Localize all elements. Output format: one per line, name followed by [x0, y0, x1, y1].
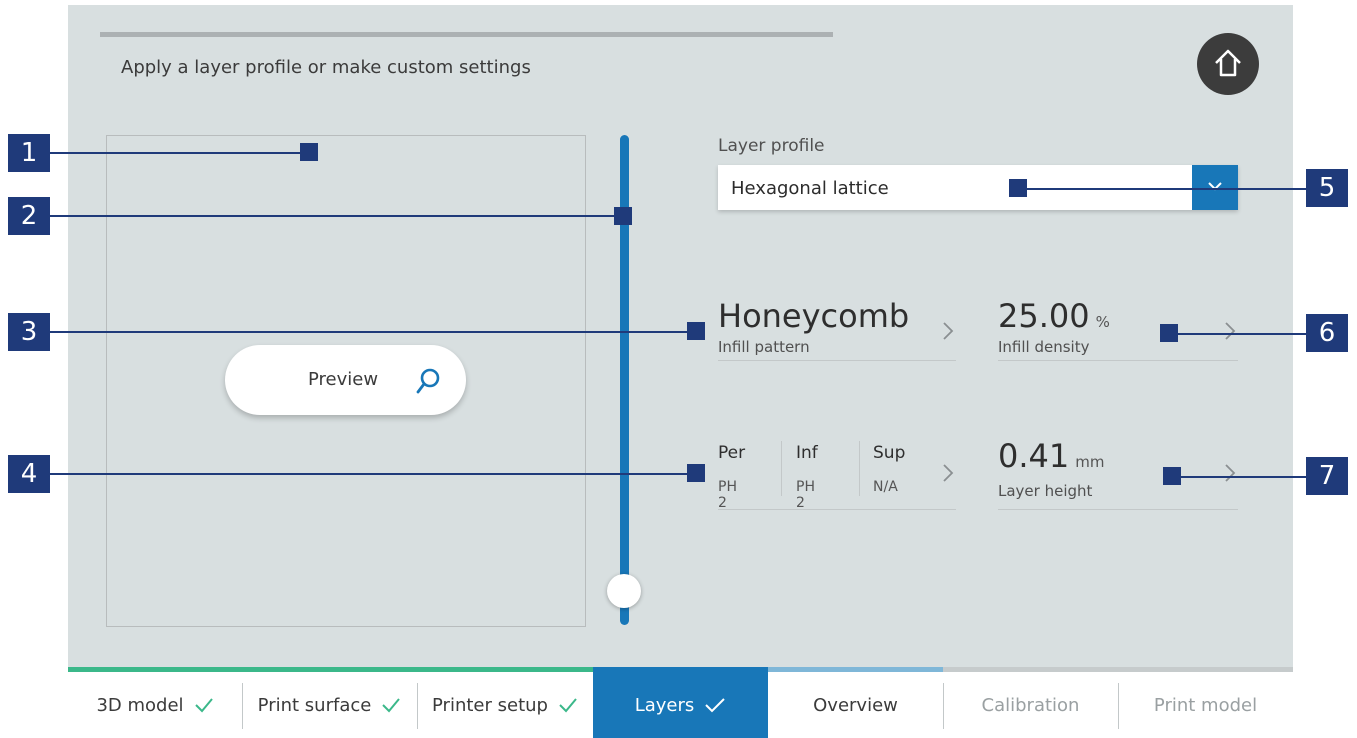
top-progress-bar [100, 32, 833, 37]
extruder-col-header: Per [718, 443, 746, 463]
callout-marker [687, 464, 705, 482]
callout-number: 2 [8, 197, 50, 235]
layer-profile-value: Hexagonal lattice [731, 178, 889, 199]
nav-step-label: Layers [634, 694, 695, 716]
nav-step-label: Print surface [257, 694, 372, 716]
callout-line [50, 331, 690, 333]
layer-height-unit: mm [1075, 453, 1105, 471]
infill-density-value-wrap: 25.00% [998, 297, 1110, 335]
callout-line [1168, 476, 1310, 478]
layer-height-value-wrap: 0.41 mm [998, 437, 1104, 475]
divider [781, 441, 782, 496]
infill-pattern-label: Infill pattern [718, 338, 810, 356]
wizard-step-nav: 3D model Print surface Printer setup Lay… [68, 667, 1293, 738]
callout-line [50, 473, 690, 475]
infill-pattern-field[interactable]: Honeycomb Infill pattern [718, 297, 956, 361]
extruder-col-value: PH 2 [718, 479, 737, 511]
nav-step-calibration: Calibration [943, 672, 1118, 738]
infill-density-field[interactable]: 25.00% Infill density [998, 297, 1238, 361]
extruder-assignment-field[interactable]: Per PH 2 Inf PH 2 Sup N/A [718, 437, 956, 511]
search-icon [416, 368, 440, 394]
callout-number: 1 [8, 134, 50, 172]
layer-height-field[interactable]: 0.41 mm Layer height [998, 437, 1238, 510]
chevron-right-icon [1225, 464, 1236, 482]
preview-button-label: Preview [308, 369, 379, 390]
nav-step-label: Printer setup [432, 694, 548, 716]
callout-line [1015, 188, 1310, 190]
callout-number: 3 [8, 313, 50, 351]
layer-profile-label: Layer profile [718, 136, 825, 156]
infill-density-label: Infill density [998, 338, 1090, 356]
layer-height-value: 0.41 [998, 437, 1070, 475]
infill-pattern-value: Honeycomb [718, 297, 910, 335]
callout-number: 7 [1306, 457, 1348, 495]
page-title: Apply a layer profile or make custom set… [121, 57, 531, 78]
check-icon [558, 697, 578, 713]
callout-marker [687, 322, 705, 340]
nav-step-overview[interactable]: Overview [768, 672, 943, 738]
callout-number: 6 [1306, 314, 1348, 352]
chevron-right-icon [1225, 322, 1236, 340]
extruder-col-value: N/A [873, 479, 898, 495]
extruder-col-header: Inf [796, 443, 818, 463]
nav-step-print-surface[interactable]: Print surface [242, 672, 417, 738]
extruder-col-value: PH 2 [796, 479, 815, 511]
callout-marker [300, 143, 318, 161]
nav-step-label: Overview [813, 694, 898, 716]
infill-density-unit: % [1095, 313, 1110, 331]
nav-step-label: Calibration [981, 694, 1080, 716]
check-icon [194, 697, 214, 713]
chevron-right-icon [943, 464, 954, 482]
nav-step-printer-setup[interactable]: Printer setup [417, 672, 593, 738]
nav-step-label: Print model [1153, 694, 1258, 716]
divider [859, 441, 860, 496]
callout-marker [614, 207, 632, 225]
callout-line [50, 215, 622, 217]
check-icon [381, 697, 401, 713]
nav-step-print-model: Print model [1118, 672, 1293, 738]
nav-step-layers[interactable]: Layers [593, 672, 768, 738]
infill-density-value: 25.00 [998, 297, 1090, 335]
callout-line [1165, 333, 1310, 335]
extruder-col-header: Sup [873, 443, 906, 463]
home-icon [1215, 49, 1241, 77]
chevron-right-icon [943, 322, 954, 340]
layer-height-label: Layer height [998, 482, 1093, 500]
callout-marker [1163, 467, 1181, 485]
callout-line [50, 152, 310, 154]
callout-number: 4 [8, 455, 50, 493]
nav-step-label: 3D model [96, 694, 184, 716]
check-icon [704, 697, 726, 713]
nav-step-3d-model[interactable]: 3D model [68, 672, 242, 738]
callout-marker [1160, 324, 1178, 342]
callout-marker [1009, 179, 1027, 197]
callout-number: 5 [1306, 169, 1348, 207]
layer-slider-thumb[interactable] [607, 574, 641, 608]
home-button[interactable] [1197, 33, 1259, 95]
preview-button[interactable]: Preview [225, 345, 466, 415]
